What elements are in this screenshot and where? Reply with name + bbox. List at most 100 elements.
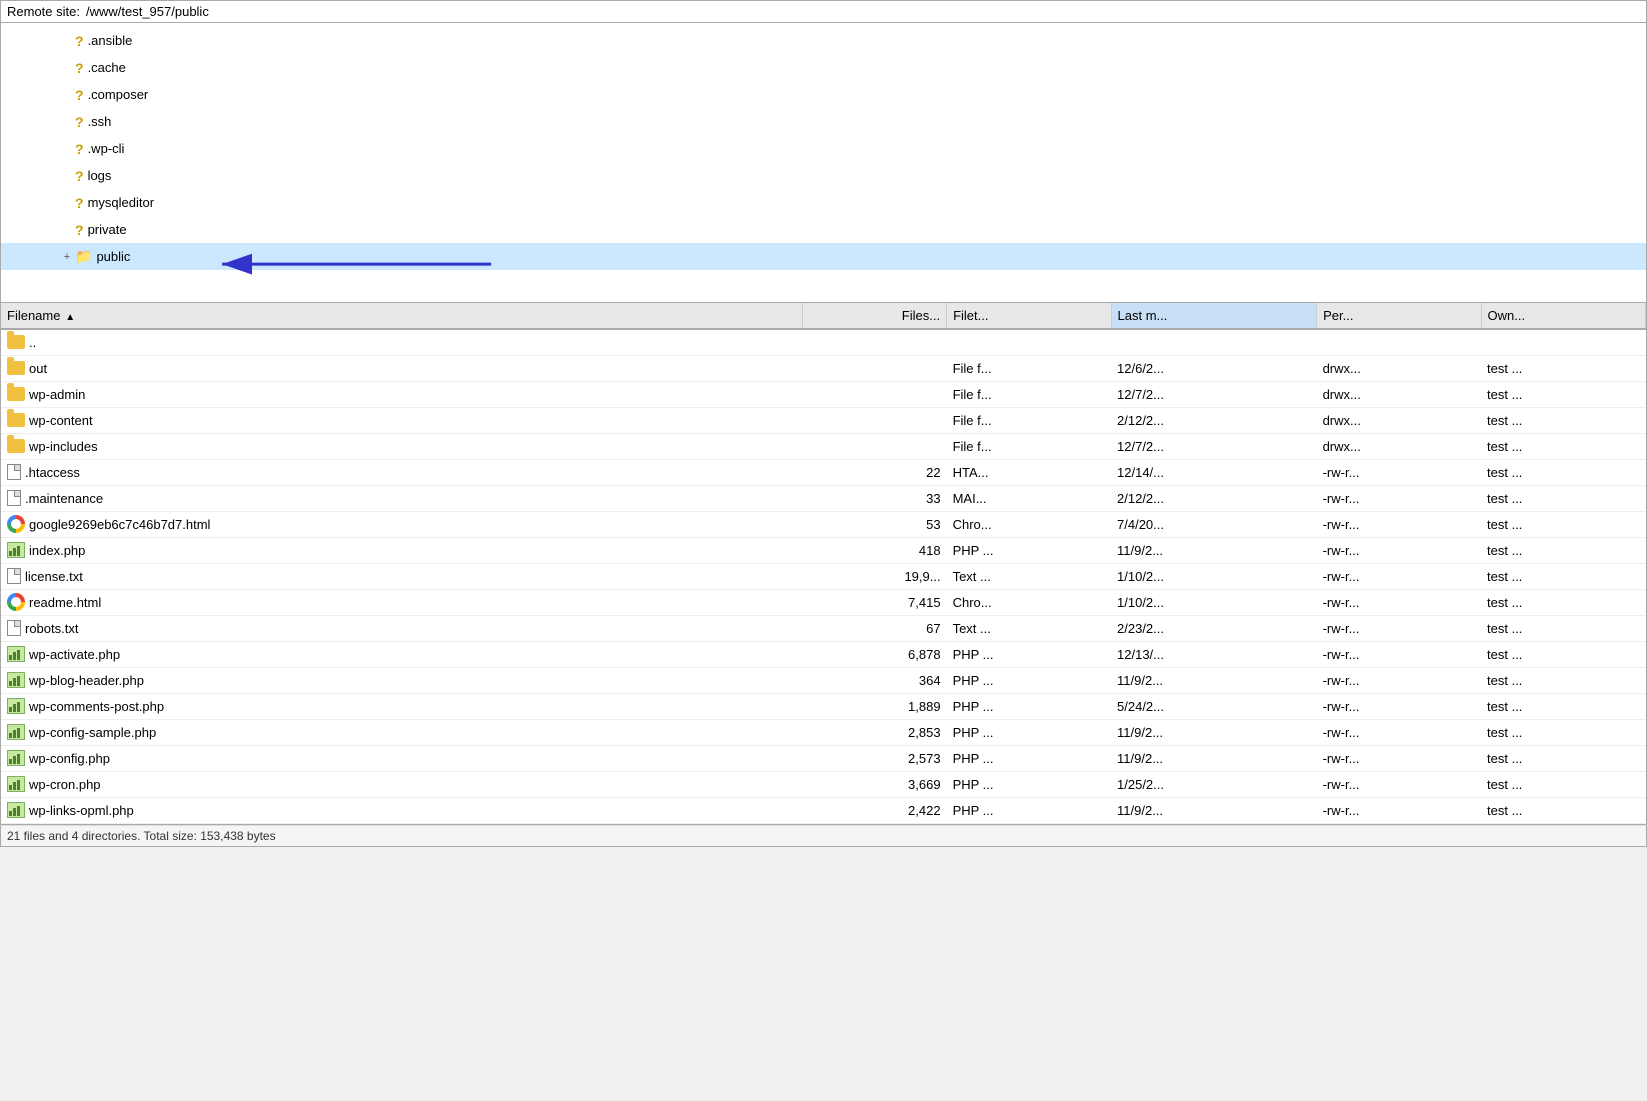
cell-size: 7,415 [803, 589, 947, 615]
cell-perms: drwx... [1317, 355, 1481, 381]
php-icon [7, 750, 25, 766]
cell-lastmod: 12/7/2... [1111, 433, 1317, 459]
cell-owner: test ... [1481, 407, 1645, 433]
table-row[interactable]: wp-includesFile f...12/7/2...drwx...test… [1, 433, 1646, 459]
cell-type: File f... [947, 433, 1111, 459]
table-row[interactable]: .. [1, 329, 1646, 355]
unknown-icon: ? [75, 195, 84, 211]
php-svg [8, 543, 24, 557]
table-row[interactable]: index.php418PHP ...11/9/2...-rw-r...test… [1, 537, 1646, 563]
col-header-lastmod[interactable]: Last m... [1111, 303, 1317, 329]
col-header-perms[interactable]: Per... [1317, 303, 1481, 329]
cell-owner [1481, 329, 1645, 355]
php-icon [7, 646, 25, 662]
cell-type: PHP ... [947, 641, 1111, 667]
tree-item-.cache[interactable]: ?.cache [1, 54, 1646, 81]
filename-label: .. [29, 335, 36, 350]
unknown-icon: ? [75, 87, 84, 103]
cell-type: Text ... [947, 563, 1111, 589]
table-row[interactable]: .maintenance33MAI...2/12/2...-rw-r...tes… [1, 485, 1646, 511]
cell-perms: -rw-r... [1317, 485, 1481, 511]
tree-item-label: logs [88, 168, 112, 183]
table-row[interactable]: wp-links-opml.php2,422PHP ...11/9/2...-r… [1, 797, 1646, 823]
col-header-filename[interactable]: Filename ▲ [1, 303, 803, 329]
cell-type [947, 329, 1111, 355]
table-row[interactable]: wp-cron.php3,669PHP ...1/25/2...-rw-r...… [1, 771, 1646, 797]
table-row[interactable]: wp-config-sample.php2,853PHP ...11/9/2..… [1, 719, 1646, 745]
cell-size: 2,853 [803, 719, 947, 745]
table-row[interactable]: wp-blog-header.php364PHP ...11/9/2...-rw… [1, 667, 1646, 693]
php-icon [7, 802, 25, 818]
table-row[interactable]: robots.txt67Text ...2/23/2...-rw-r...tes… [1, 615, 1646, 641]
unknown-icon: ? [75, 33, 84, 49]
cell-type: HTA... [947, 459, 1111, 485]
tree-item-.composer[interactable]: ? .composer [1, 81, 1646, 108]
cell-size [803, 355, 947, 381]
cell-owner: test ... [1481, 719, 1645, 745]
col-label-filetype: Filet... [953, 308, 988, 323]
col-header-filesize[interactable]: Files... [803, 303, 947, 329]
table-row[interactable]: .htaccess22HTA...12/14/...-rw-r...test .… [1, 459, 1646, 485]
remote-site-label: Remote site: [7, 4, 80, 19]
table-row[interactable]: readme.html7,415Chro...1/10/2...-rw-r...… [1, 589, 1646, 615]
folder-icon [7, 413, 25, 427]
table-row[interactable]: google9269eb6c7c46b7d7.html53Chro...7/4/… [1, 511, 1646, 537]
cell-lastmod: 1/10/2... [1111, 589, 1317, 615]
cell-lastmod: 11/9/2... [1111, 797, 1317, 823]
table-row[interactable]: license.txt19,9...Text ...1/10/2...-rw-r… [1, 563, 1646, 589]
cell-size: 53 [803, 511, 947, 537]
php-svg [8, 777, 24, 791]
cell-size: 3,669 [803, 771, 947, 797]
cell-size: 6,878 [803, 641, 947, 667]
table-row[interactable]: wp-adminFile f...12/7/2...drwx...test ..… [1, 381, 1646, 407]
folder-icon [7, 387, 25, 401]
tree-item-.ansible[interactable]: ?.ansible [1, 27, 1646, 54]
cell-type: File f... [947, 381, 1111, 407]
cell-type: MAI... [947, 485, 1111, 511]
cell-type: Chro... [947, 511, 1111, 537]
cell-lastmod: 12/6/2... [1111, 355, 1317, 381]
table-row[interactable]: outFile f...12/6/2...drwx...test ... [1, 355, 1646, 381]
tree-item-label: .composer [88, 87, 149, 102]
table-row[interactable]: wp-activate.php6,878PHP ...12/13/...-rw-… [1, 641, 1646, 667]
cell-owner: test ... [1481, 381, 1645, 407]
cell-type: PHP ... [947, 537, 1111, 563]
filename-label: wp-blog-header.php [29, 673, 144, 688]
table-row[interactable]: wp-comments-post.php1,889PHP ...5/24/2..… [1, 693, 1646, 719]
tree-item-public[interactable]: +📁public [1, 243, 1646, 270]
filename-label: wp-config.php [29, 751, 110, 766]
cell-lastmod [1111, 329, 1317, 355]
cell-type: File f... [947, 355, 1111, 381]
col-header-owner[interactable]: Own... [1481, 303, 1645, 329]
tree-item-label: mysqleditor [88, 195, 154, 210]
php-svg [8, 673, 24, 687]
folder-icon [7, 335, 25, 349]
tree-item-mysqleditor[interactable]: ? mysqleditor [1, 189, 1646, 216]
file-icon [7, 464, 21, 480]
filename-label: index.php [29, 543, 85, 558]
cell-perms: -rw-r... [1317, 589, 1481, 615]
table-row[interactable]: wp-config.php2,573PHP ...11/9/2...-rw-r.… [1, 745, 1646, 771]
cell-lastmod: 7/4/20... [1111, 511, 1317, 537]
expand-icon[interactable]: + [61, 251, 73, 263]
tree-item-logs[interactable]: ?logs [1, 162, 1646, 189]
cell-size: 2,573 [803, 745, 947, 771]
tree-item-.ssh[interactable]: ?.ssh [1, 108, 1646, 135]
cell-size: 22 [803, 459, 947, 485]
tree-item-.wp-cli[interactable]: ?.wp-cli [1, 135, 1646, 162]
cell-perms: -rw-r... [1317, 459, 1481, 485]
php-svg [8, 803, 24, 817]
cell-perms: drwx... [1317, 407, 1481, 433]
tree-item-label: .wp-cli [88, 141, 125, 156]
tree-item-private[interactable]: ?private [1, 216, 1646, 243]
cell-lastmod: 2/23/2... [1111, 615, 1317, 641]
table-row[interactable]: wp-contentFile f...2/12/2...drwx...test … [1, 407, 1646, 433]
cell-size [803, 381, 947, 407]
cell-owner: test ... [1481, 459, 1645, 485]
cell-type: PHP ... [947, 797, 1111, 823]
cell-size [803, 407, 947, 433]
col-header-filetype[interactable]: Filet... [947, 303, 1111, 329]
filename-label: wp-config-sample.php [29, 725, 156, 740]
php-icon [7, 698, 25, 714]
col-label-filesize: Files... [902, 308, 940, 323]
